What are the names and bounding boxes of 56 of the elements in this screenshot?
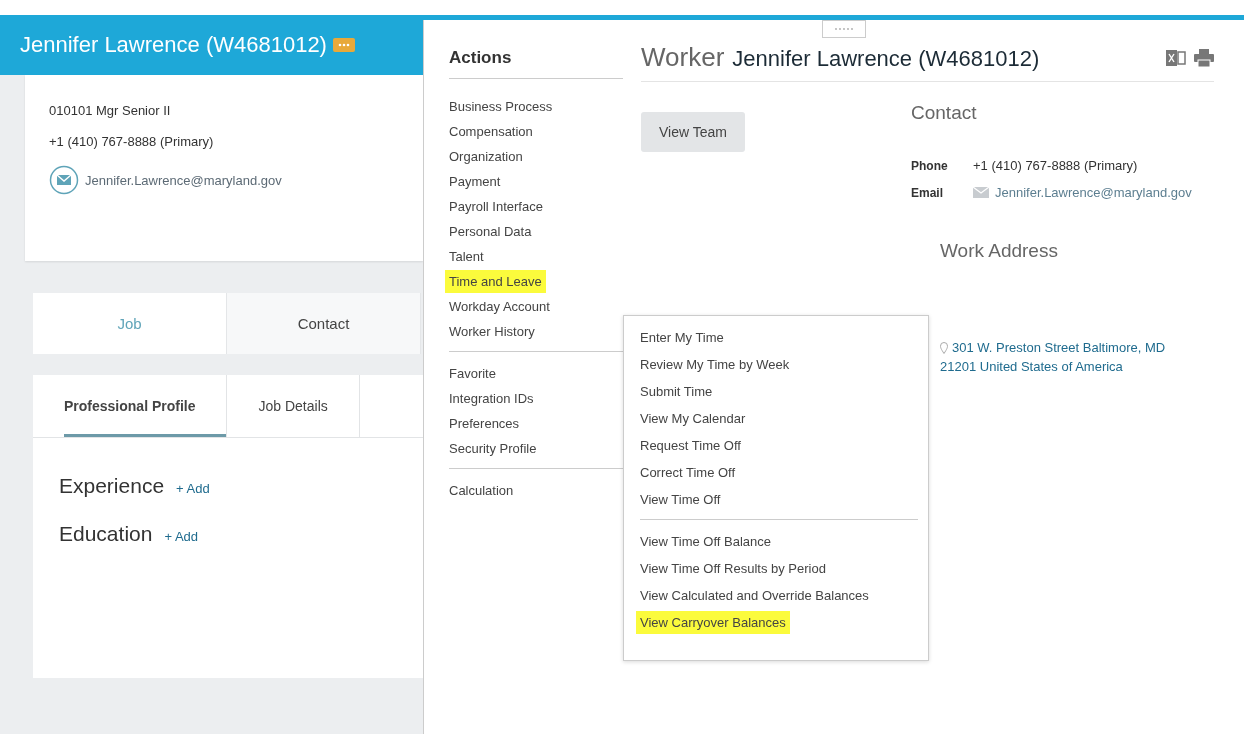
- menu-item[interactable]: Workday Account: [445, 295, 554, 318]
- section-heading: Work Address: [940, 240, 1059, 262]
- menu-item[interactable]: Organization: [445, 145, 527, 168]
- section-title: Education: [59, 522, 153, 546]
- excel-icon[interactable]: [1166, 48, 1186, 67]
- view-team-button[interactable]: View Team: [641, 112, 745, 152]
- actions-title: Actions: [449, 48, 623, 79]
- menu-item[interactable]: Correct Time Off: [636, 461, 740, 484]
- menu-item[interactable]: Talent: [445, 245, 488, 268]
- section-heading: Contact: [911, 102, 978, 124]
- phone-number: +1 (410) 767-8888 (Primary): [973, 158, 1139, 173]
- grip-icon[interactable]: [822, 20, 866, 38]
- menu-item[interactable]: Payment: [445, 170, 505, 193]
- menu-item[interactable]: Personal Data: [445, 220, 536, 243]
- location-pin-icon: [940, 341, 948, 354]
- menu-item[interactable]: Integration IDs: [445, 387, 538, 410]
- mail-icon: [49, 165, 79, 195]
- add-link[interactable]: + Add: [176, 481, 210, 496]
- worker-name: Jennifer Lawrence (W4681012): [732, 46, 1040, 72]
- job-title: 010101 Mgr Senior II: [49, 103, 172, 118]
- more-icon[interactable]: [332, 38, 355, 52]
- address-line: 21201 United States of America: [940, 359, 1123, 374]
- add-link[interactable]: + Add: [164, 529, 199, 544]
- menu-item[interactable]: Review My Time by Week: [636, 353, 794, 376]
- mail-icon: [973, 187, 989, 198]
- email-link[interactable]: Jennifer.Lawrence@maryland.gov: [85, 172, 282, 188]
- sub-tab[interactable]: Job Details: [258, 375, 360, 437]
- phone-number: +1 (410) 767-8888 (Primary): [49, 134, 215, 149]
- menu-item[interactable]: Submit Time: [636, 380, 717, 403]
- field-label: Phone: [911, 158, 949, 173]
- page-title-prefix: Worker: [641, 42, 725, 73]
- menu-item[interactable]: Compensation: [445, 120, 537, 143]
- menu-item[interactable]: Security Profile: [445, 437, 541, 460]
- menu-item[interactable]: View Time Off Results by Period: [636, 557, 830, 580]
- menu-item[interactable]: View Time Off: [636, 488, 725, 511]
- menu-item[interactable]: Worker History: [445, 320, 539, 343]
- field-label: Email: [911, 185, 944, 200]
- address-line: 301 W. Preston Street Baltimore, MD: [952, 340, 1166, 355]
- menu-item[interactable]: Request Time Off: [636, 434, 745, 457]
- email-link[interactable]: Jennifer.Lawrence@maryland.gov: [995, 185, 1192, 200]
- menu-item[interactable]: Preferences: [445, 412, 524, 435]
- section-title: Experience: [59, 474, 165, 498]
- menu-item[interactable]: Business Process: [445, 95, 557, 118]
- menu-item[interactable]: Enter My Time: [636, 326, 728, 349]
- menu-item[interactable]: View Calculated and Override Balances: [636, 584, 873, 607]
- menu-item[interactable]: Favorite: [445, 362, 500, 385]
- worker-name-title: Jennifer Lawrence (W4681012): [20, 32, 327, 58]
- menu-item[interactable]: View My Calendar: [636, 407, 750, 430]
- menu-item[interactable]: Time and Leave: [445, 270, 546, 293]
- menu-item[interactable]: Calculation: [445, 479, 518, 502]
- sub-tab[interactable]: Professional Profile: [64, 375, 228, 437]
- menu-item[interactable]: View Carryover Balances: [636, 611, 790, 634]
- menu-item[interactable]: Payroll Interface: [445, 195, 547, 218]
- print-icon[interactable]: [1194, 48, 1214, 67]
- tab[interactable]: Contact: [227, 293, 421, 354]
- menu-item[interactable]: View Time Off Balance: [636, 530, 776, 553]
